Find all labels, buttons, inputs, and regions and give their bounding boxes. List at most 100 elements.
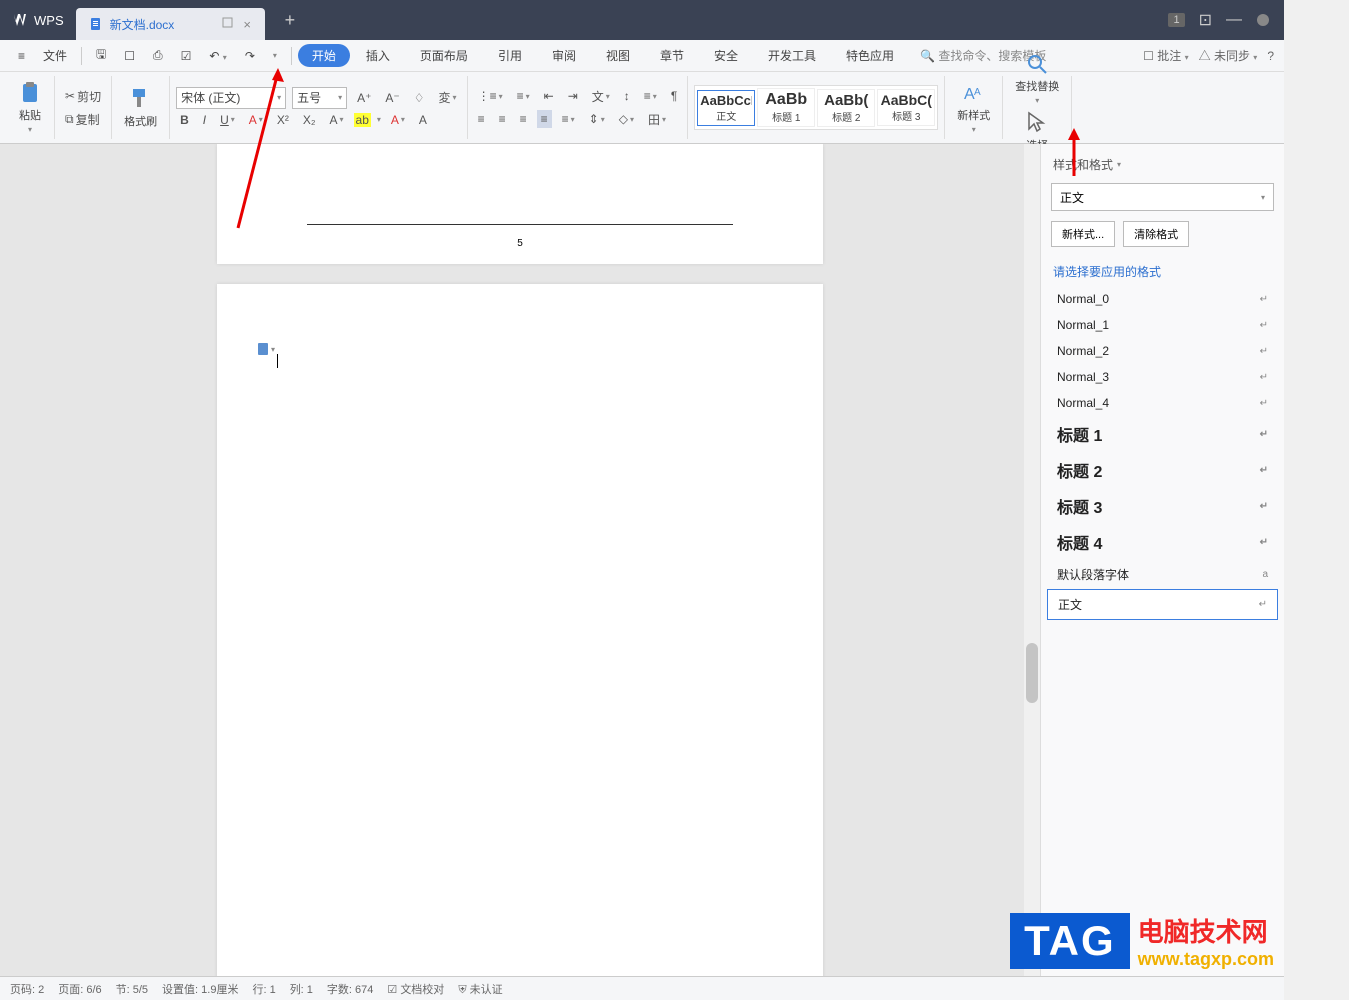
strike-icon[interactable]: A▾ <box>245 111 267 129</box>
menu-comments[interactable]: ☐ 批注 ▾ <box>1143 47 1188 64</box>
style-gallery[interactable]: AaBbCcDd正文 AaBb标题 1 AaBb(标题 2 AaBbC(标题 3 <box>694 85 938 130</box>
underline-icon[interactable]: U▾ <box>216 111 239 129</box>
qat-print2-icon[interactable]: ⎙ <box>145 44 171 67</box>
document-tab[interactable]: 新文档.docx × <box>76 8 265 40</box>
tab-pagelayout[interactable]: 页面布局 <box>406 44 482 67</box>
style-list-item[interactable]: Normal_3↵ <box>1047 364 1278 390</box>
font-color-icon[interactable]: A▾ <box>387 111 409 129</box>
line-spacing-icon[interactable]: ⇕▾ <box>585 110 609 128</box>
style-list-item[interactable]: Normal_0↵ <box>1047 286 1278 312</box>
tab-section[interactable]: 章节 <box>646 44 698 67</box>
borders-icon[interactable]: 田▾ <box>644 109 670 130</box>
qat-preview-icon[interactable]: ☑ <box>173 45 200 67</box>
qat-redo-icon[interactable]: ↷ <box>237 45 263 67</box>
style-list-item[interactable]: 标题 4↵ <box>1047 524 1278 560</box>
status-proof[interactable]: ☑ 文档校对 <box>387 981 444 997</box>
format-painter-button[interactable]: 格式刷 <box>118 85 163 131</box>
tab-security[interactable]: 安全 <box>700 44 752 67</box>
text-effects-icon[interactable]: A▾ <box>325 111 347 129</box>
distributed-icon[interactable]: ≡▾ <box>558 110 579 128</box>
linespacing-icon[interactable]: ≡▾ <box>640 87 661 105</box>
scrollbar-thumb[interactable] <box>1026 643 1038 703</box>
qat-save-icon[interactable]: 🖫 <box>88 41 114 70</box>
tab-view[interactable]: 视图 <box>592 44 644 67</box>
tab-sync-icon[interactable] <box>222 17 233 28</box>
style-item-h3[interactable]: AaBbC(标题 3 <box>877 89 935 126</box>
indent-dec-icon[interactable]: ⇤ <box>540 87 558 105</box>
style-item-h2[interactable]: AaBb(标题 2 <box>817 89 875 127</box>
phonetic-icon[interactable]: 変▾ <box>435 87 461 108</box>
pin-icon[interactable]: ⊡ <box>1199 10 1212 30</box>
shading-icon[interactable]: ◇▾ <box>615 110 638 128</box>
status-words[interactable]: 字数: 674 <box>327 981 373 997</box>
menu-sync[interactable]: △ 未同步 ▾ <box>1199 47 1258 64</box>
numbering-icon[interactable]: ≡▾ <box>513 87 534 105</box>
highlight-icon[interactable]: ab <box>354 113 371 127</box>
status-auth[interactable]: ⛨ 未认证 <box>458 981 502 997</box>
menu-help-icon[interactable]: ? <box>1267 49 1274 63</box>
status-line[interactable]: 行: 1 <box>252 981 275 997</box>
cut-button[interactable]: ✂ 剪切 <box>61 86 105 107</box>
tab-references[interactable]: 引用 <box>484 44 536 67</box>
align-right-icon[interactable]: ≡ <box>516 110 531 128</box>
status-page-count[interactable]: 页面: 6/6 <box>58 981 101 997</box>
panel-new-style-button[interactable]: 新样式... <box>1051 221 1115 247</box>
indent-inc-icon[interactable]: ⇥ <box>564 87 582 105</box>
vertical-scrollbar[interactable] <box>1024 144 1040 976</box>
increase-font-icon[interactable]: A⁺ <box>353 89 375 107</box>
document-area[interactable]: 5 ▾ <box>0 144 1040 976</box>
tab-special[interactable]: 特色应用 <box>832 44 908 67</box>
decrease-font-icon[interactable]: A⁻ <box>381 89 403 107</box>
bold-icon[interactable]: B <box>176 111 193 129</box>
bullets-icon[interactable]: ⋮≡▾ <box>474 87 507 105</box>
font-name-input[interactable]: 宋体 (正文)▾ <box>176 87 286 109</box>
user-icon[interactable] <box>1256 13 1270 27</box>
style-item-normal[interactable]: AaBbCcDd正文 <box>697 90 755 126</box>
status-section[interactable]: 节: 5/5 <box>116 981 148 997</box>
align-justify-icon[interactable]: ≡ <box>537 110 552 128</box>
text-dir-icon[interactable]: 文▾ <box>588 86 614 107</box>
status-setting[interactable]: 设置值: 1.9厘米 <box>162 981 238 997</box>
style-list-item[interactable]: 默认段落字体a <box>1047 560 1278 589</box>
status-col[interactable]: 列: 1 <box>290 981 313 997</box>
char-shading-icon[interactable]: A <box>415 111 431 129</box>
tab-review[interactable]: 审阅 <box>538 44 590 67</box>
tab-home[interactable]: 开始 <box>298 44 350 67</box>
panel-clear-format-button[interactable]: 清除格式 <box>1123 221 1189 247</box>
clear-format-icon[interactable]: ♢ <box>410 89 429 107</box>
subscript-icon[interactable]: X₂ <box>299 111 320 129</box>
minimize-icon[interactable]: — <box>1226 11 1242 29</box>
copy-button[interactable]: ⧉ 复制 <box>61 109 105 130</box>
font-size-input[interactable]: 五号▾ <box>292 87 347 109</box>
style-list-item[interactable]: 标题 3↵ <box>1047 488 1278 524</box>
italic-icon[interactable]: I <box>199 111 210 129</box>
align-left-icon[interactable]: ≡ <box>474 110 489 128</box>
tab-devtools[interactable]: 开发工具 <box>754 44 830 67</box>
page-current[interactable]: ▾ <box>217 284 823 976</box>
style-item-h1[interactable]: AaBb标题 1 <box>757 88 815 127</box>
window-count-badge[interactable]: 1 <box>1168 13 1184 27</box>
tab-close-icon[interactable]: × <box>243 17 251 32</box>
style-list-item[interactable]: 标题 1↵ <box>1047 416 1278 452</box>
tab-insert[interactable]: 插入 <box>352 44 404 67</box>
sort-icon[interactable]: ↕ <box>620 87 634 105</box>
find-replace-button[interactable]: 查找替换▾ <box>1009 50 1065 107</box>
qat-print-icon[interactable]: ☐ <box>116 45 143 67</box>
superscript-icon[interactable]: X² <box>273 111 293 129</box>
style-list-item[interactable]: 正文↵ <box>1047 589 1278 620</box>
menu-hamburger-icon[interactable]: ≡ <box>10 45 33 67</box>
menu-file[interactable]: 文件 <box>35 43 75 68</box>
current-style-dropdown[interactable]: 正文▾ <box>1051 183 1274 211</box>
page-marker-icon[interactable]: ▾ <box>257 342 275 356</box>
paste-button[interactable]: 粘贴▾ <box>12 79 48 136</box>
new-tab-button[interactable]: + <box>275 10 305 31</box>
style-list-item[interactable]: 标题 2↵ <box>1047 452 1278 488</box>
style-list-item[interactable]: Normal_4↵ <box>1047 390 1278 416</box>
style-list-item[interactable]: Normal_2↵ <box>1047 338 1278 364</box>
qat-undo-icon[interactable]: ↶ ▾ <box>201 45 234 67</box>
new-style-button[interactable]: AA 新样式▾ <box>951 79 996 136</box>
status-page-num[interactable]: 页码: 2 <box>10 981 44 997</box>
align-center-icon[interactable]: ≡ <box>495 110 510 128</box>
qat-more-icon[interactable]: ▾ <box>265 47 285 64</box>
show-marks-icon[interactable]: ¶ <box>667 87 681 105</box>
